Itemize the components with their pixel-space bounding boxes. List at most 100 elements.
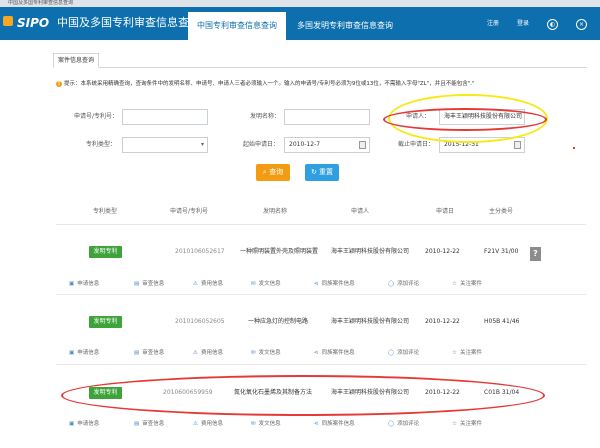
action-label: 费用信息 <box>200 350 223 356</box>
action-label: 申请信息 <box>77 281 100 287</box>
action-label: 添加评论 <box>397 350 420 356</box>
action-family-info[interactable]: ⋖ 同族案件信息 <box>314 349 355 357</box>
fee-icon: ⚠ <box>193 421 198 427</box>
refresh-icon: ↻ <box>310 168 320 176</box>
action-add-comment[interactable]: ◯ 添加评论 <box>388 349 419 357</box>
action-follow-case[interactable]: ☆ 关注案件 <box>452 420 482 428</box>
calendar-icon[interactable] <box>359 141 366 149</box>
reset-button-label: 重置 <box>319 168 334 176</box>
login-link[interactable]: 登录 <box>517 19 529 29</box>
start-date-label: 起始申请日： <box>243 141 280 148</box>
col-header-ipc: 主分类号 <box>489 208 514 215</box>
app-no-link[interactable]: 2010106052605 <box>175 318 225 326</box>
tab-china-patent[interactable]: 中国专利审查信息查询 <box>188 12 286 40</box>
action-doc-info[interactable]: ✉ 发文信息 <box>251 349 281 357</box>
patent-type-label: 专利类型： <box>86 141 117 148</box>
application-date: 2010-12-22 <box>425 318 460 325</box>
close-icon[interactable]: × <box>576 19 587 30</box>
comment-icon: ◯ <box>388 350 395 356</box>
star-icon: ☆ <box>452 350 457 356</box>
tab-multi-country-patent[interactable]: 多国发明专利审查信息查询 <box>291 12 399 40</box>
patent-type-tag: 发明专利 <box>89 246 122 258</box>
document-icon: ▤ <box>134 421 140 427</box>
mail-icon: ✉ <box>251 281 256 287</box>
action-app-info[interactable]: ▣ 申请信息 <box>69 280 99 288</box>
app-no-link[interactable]: 2010106052617 <box>175 248 225 256</box>
share-icon: ⋖ <box>314 350 319 356</box>
action-label: 关注案件 <box>459 350 482 356</box>
browser-title-bar: 中国及多国专利审查信息查询 <box>0 0 600 7</box>
action-doc-info[interactable]: ✉ 发文信息 <box>251 420 281 428</box>
browser-title: 中国及多国专利审查信息查询 <box>8 0 74 6</box>
action-family-info[interactable]: ⋖ 同族案件信息 <box>314 280 355 288</box>
red-marker-dot <box>573 147 575 149</box>
patent-type-tag: 发明专利 <box>89 316 122 328</box>
application-date: 2010-12-22 <box>425 248 460 255</box>
action-label: 同族案件信息 <box>321 281 355 287</box>
help-icon[interactable]: ? <box>530 247 541 261</box>
share-icon: ⋖ <box>314 281 319 287</box>
col-header-date: 申请日 <box>436 208 455 215</box>
tip-text: 提示：本系统采用精确查询，查询条件中的发明名称、申请号、申请人三者必须输入一个。… <box>64 81 475 87</box>
red-annotation-ellipse-row <box>61 375 545 416</box>
document-icon: ▤ <box>134 350 140 356</box>
col-header-app-no: 申请号/专利号 <box>170 208 209 215</box>
action-follow-case[interactable]: ☆ 关注案件 <box>452 349 482 357</box>
start-date-input[interactable]: 2010-12-7 <box>284 137 370 153</box>
search-button[interactable]: ⌕ 查询 <box>256 164 290 181</box>
action-follow-case[interactable]: ☆ 关注案件 <box>452 280 482 288</box>
system-name: 中国及多国专利审查信息查询 <box>57 16 200 29</box>
action-label: 同族案件信息 <box>321 350 355 356</box>
invention-title[interactable]: 一种应急灯的控制电路 <box>248 318 308 326</box>
globe-icon[interactable]: ◐ <box>547 19 558 30</box>
action-fee-info[interactable]: ⚠ 费用信息 <box>193 420 223 428</box>
brand-logo: SIPO <box>17 16 50 30</box>
action-label: 添加评论 <box>397 421 420 427</box>
col-header-title: 发明名称 <box>263 208 288 215</box>
ipc-code: F21V 31/00 <box>484 248 519 255</box>
invention-name-input[interactable] <box>284 109 370 125</box>
action-label: 关注案件 <box>459 421 482 427</box>
fee-icon: ⚠ <box>193 281 198 287</box>
mail-icon: ✉ <box>251 350 256 356</box>
action-fee-info[interactable]: ⚠ 费用信息 <box>193 349 223 357</box>
red-annotation-ellipse-applicant <box>383 108 547 131</box>
calendar-icon[interactable] <box>514 141 521 149</box>
action-label: 发文信息 <box>258 421 281 427</box>
action-label: 同族案件信息 <box>321 421 355 427</box>
action-doc-info[interactable]: ✉ 发文信息 <box>251 280 281 288</box>
warning-icon: ! <box>56 80 62 87</box>
action-exam-info[interactable]: ▤ 审查信息 <box>134 349 164 357</box>
action-fee-info[interactable]: ⚠ 费用信息 <box>193 280 223 288</box>
patent-type-select[interactable]: ▾ <box>122 137 208 153</box>
action-add-comment[interactable]: ◯ 添加评论 <box>388 420 419 428</box>
ipc-code: H05B 41/46 <box>484 318 520 325</box>
action-exam-info[interactable]: ▤ 审查信息 <box>134 280 164 288</box>
action-label: 费用信息 <box>200 421 223 427</box>
action-label: 添加评论 <box>397 281 420 287</box>
search-tip: ! 提示：本系统采用精确查询，查询条件中的发明名称、申请号、申请人三者必须输入一个… <box>56 80 586 88</box>
table-divider <box>56 294 586 295</box>
action-family-info[interactable]: ⋖ 同族案件信息 <box>314 420 355 428</box>
action-app-info[interactable]: ▣ 申请信息 <box>69 349 99 357</box>
action-label: 审查信息 <box>142 350 165 356</box>
action-exam-info[interactable]: ▤ 审查信息 <box>134 420 164 428</box>
application-no-input[interactable] <box>122 109 208 125</box>
mail-icon: ✉ <box>251 421 256 427</box>
chevron-down-icon: ▾ <box>200 141 204 148</box>
invention-title[interactable]: 一种照明装置外壳及照明装置 <box>240 248 318 256</box>
sipo-logo-icon <box>3 16 13 26</box>
tab-case-info-query[interactable]: 案件信息查询 <box>53 53 100 68</box>
action-add-comment[interactable]: ◯ 添加评论 <box>388 280 419 288</box>
action-label: 申请信息 <box>77 350 100 356</box>
reset-button[interactable]: ↻ 重置 <box>305 164 339 181</box>
table-divider <box>56 364 586 365</box>
action-label: 审查信息 <box>142 421 165 427</box>
action-label: 申请信息 <box>77 421 100 427</box>
action-app-info[interactable]: ▣ 申请信息 <box>69 420 99 428</box>
action-label: 费用信息 <box>200 281 223 287</box>
applicant-name: 海丰王颖明科技股份有限公司 <box>331 248 410 255</box>
share-icon: ⋖ <box>314 421 319 427</box>
image-icon: ▣ <box>69 421 75 427</box>
register-link[interactable]: 注册 <box>487 19 499 29</box>
